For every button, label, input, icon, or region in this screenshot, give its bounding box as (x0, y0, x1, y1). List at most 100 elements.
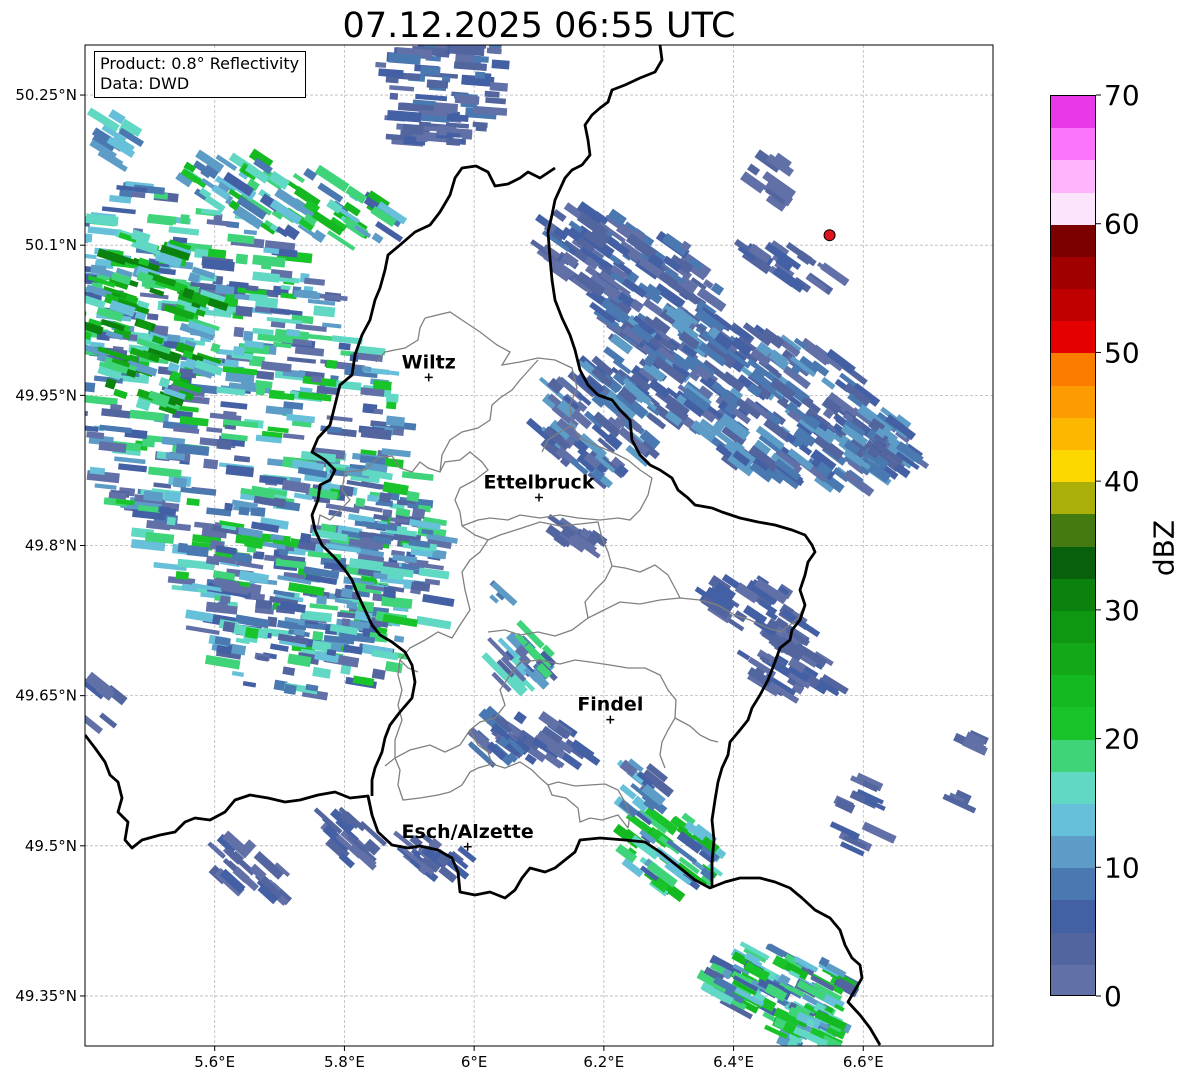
echo-cell (294, 346, 325, 357)
echo-cell (248, 583, 262, 595)
echo-cell (861, 821, 897, 844)
echo-cell (54, 269, 82, 282)
city-marker-icon (606, 715, 615, 724)
echo-cell (292, 173, 305, 184)
echo-cell (421, 37, 455, 44)
echo-cell (378, 492, 392, 503)
colorbar-swatch (1051, 514, 1095, 548)
echo-cell (180, 214, 190, 225)
echo-cell (85, 424, 99, 433)
echo-cell (361, 366, 372, 372)
radar-map: 5.6°E 5.8°E 6°E 6.2°E 6.4°E 6.6°E 50.25°N 50.1°… (15, 21, 994, 1071)
colorbar-swatch (1051, 96, 1095, 129)
echo-cell (99, 712, 118, 729)
echo-cell (73, 349, 84, 356)
echo-cell (411, 507, 426, 520)
echo-cell (486, 47, 502, 55)
echo-cell (736, 649, 751, 661)
colorbar-swatch (1051, 643, 1095, 676)
y-tick-label: 50.25°N (15, 86, 77, 104)
echo-cell (224, 502, 234, 511)
echo-cell (250, 506, 266, 517)
echo-cell (141, 438, 156, 448)
echo-cell (385, 415, 405, 427)
echo-cell (310, 375, 322, 383)
echo-cell (485, 97, 506, 105)
echo-cell (101, 408, 131, 419)
echo-cell (393, 635, 405, 643)
y-tick-label: 49.8°N (25, 537, 77, 555)
echo-cell (99, 424, 132, 434)
echo-cell (489, 82, 508, 92)
x-tick-label: 6.2°E (583, 1053, 624, 1071)
echo-cell (409, 27, 434, 34)
y-tick-label: 50.1°N (25, 236, 77, 254)
echo-cell (286, 356, 317, 364)
echo-cell (70, 306, 81, 313)
colorbar-swatch (1051, 739, 1095, 773)
echo-cell (821, 376, 836, 390)
echo-cell (382, 586, 396, 598)
echo-cell (283, 683, 297, 695)
echo-cell (256, 370, 275, 381)
echo-cell (304, 277, 326, 286)
echo-cell (389, 92, 399, 100)
echo-cell (85, 712, 103, 735)
x-tick-label: 6.4°E (713, 1053, 754, 1071)
echo-cell (66, 361, 82, 372)
colorbar-swatch (1051, 546, 1095, 580)
echo-cell (177, 558, 192, 568)
echo-cell (51, 338, 79, 350)
city-label: Ettelbruck (484, 471, 595, 493)
echo-cell (242, 680, 257, 688)
echo-cell (53, 310, 65, 316)
echo-cell (355, 497, 366, 508)
colorbar-swatch (1051, 385, 1095, 419)
echo-cell (85, 409, 89, 417)
colorbar-swatch (1051, 836, 1095, 869)
echo-cell (177, 542, 188, 553)
echo-cell (428, 22, 445, 31)
echo-cell (381, 596, 413, 609)
city-label: Wiltz (402, 351, 456, 373)
echo-cell (313, 305, 336, 318)
echo-cell (491, 59, 510, 70)
echo-cell (456, 21, 488, 31)
echo-cell (244, 627, 259, 639)
echo-cell (206, 426, 223, 434)
echo-cell (389, 85, 415, 92)
echo-cell (51, 305, 81, 318)
colorbar (1050, 95, 1096, 996)
echo-cell (238, 506, 250, 516)
data-source-label: Data: DWD (100, 74, 190, 93)
echo-cell (243, 229, 257, 236)
echo-cell (463, 32, 478, 40)
echo-cell (158, 506, 171, 514)
echo-cell (513, 711, 527, 725)
echo-cell (86, 431, 105, 440)
echo-cell (386, 110, 422, 123)
city-marker-icon (535, 493, 543, 502)
reflectivity-echoes (51, 21, 989, 1046)
colorbar-swatch (1051, 675, 1095, 708)
y-tick-label: 49.95°N (15, 386, 77, 404)
y-tick-label: 49.5°N (25, 837, 77, 855)
echo-cell (85, 252, 97, 260)
echo-cell (186, 498, 200, 507)
echo-cell (255, 385, 266, 396)
y-tick-label: 49.65°N (15, 687, 77, 705)
echo-cell (420, 65, 441, 76)
echo-cell (175, 571, 190, 580)
echo-cell (295, 323, 327, 333)
echo-cell (406, 490, 420, 503)
echo-cell (303, 167, 318, 181)
colorbar-swatch (1051, 256, 1095, 290)
echo-cell (304, 333, 336, 342)
echo-cell (453, 61, 488, 72)
echo-cell (424, 45, 436, 49)
echo-cell (143, 490, 164, 502)
echo-cell (261, 361, 292, 373)
echo-cell (452, 29, 479, 36)
echo-cell (430, 30, 443, 36)
echo-cell (325, 359, 338, 369)
